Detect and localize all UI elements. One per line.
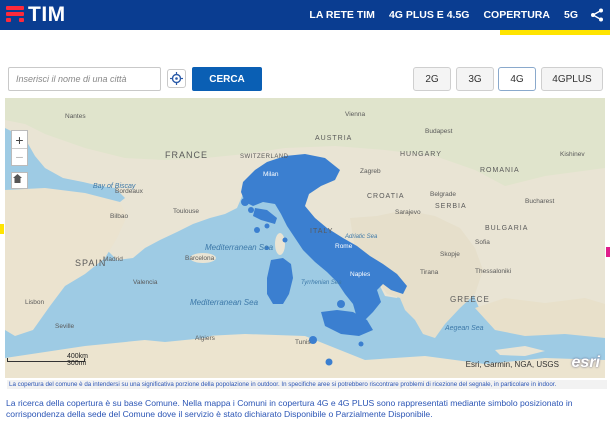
label-bulgaria: BULGARIA bbox=[485, 225, 528, 232]
label-adriatic: Adriatic Sea bbox=[344, 234, 378, 240]
zoom-in-button[interactable]: + bbox=[12, 131, 27, 148]
scale-labels: 400km 300mi bbox=[7, 353, 88, 367]
tim-logo-icon bbox=[6, 4, 24, 26]
side-accent-magenta bbox=[606, 247, 610, 257]
label-barcelona: Barcelona bbox=[185, 255, 215, 262]
label-valencia: Valencia bbox=[133, 279, 158, 286]
locate-button[interactable] bbox=[167, 69, 186, 88]
search-button[interactable]: CERCA bbox=[192, 67, 262, 91]
home-icon bbox=[13, 174, 22, 183]
scale-mi: 300mi bbox=[67, 360, 87, 367]
label-madrid: Madrid bbox=[103, 256, 123, 263]
label-hungary: HUNGARY bbox=[400, 151, 442, 158]
zoom-out-button[interactable]: − bbox=[12, 148, 27, 165]
map-attribution: Esri, Garmin, NGA, USGS bbox=[465, 360, 559, 369]
label-austria: AUSTRIA bbox=[315, 135, 352, 142]
label-skopje: Skopje bbox=[440, 251, 460, 258]
label-thessaloniki: Thessaloniki bbox=[475, 268, 511, 275]
nav-item-copertura[interactable]: COPERTURA bbox=[483, 9, 550, 21]
label-romania: ROMANIA bbox=[480, 167, 520, 174]
label-tunis: Tunis bbox=[295, 339, 311, 346]
tab-2g[interactable]: 2G bbox=[413, 67, 451, 91]
label-spain: SPAIN bbox=[75, 258, 106, 268]
nav-item-5g[interactable]: 5G bbox=[564, 9, 578, 21]
label-toulouse: Toulouse bbox=[173, 208, 199, 215]
label-milan: Milan bbox=[263, 171, 279, 178]
nav-item-4g-plus[interactable]: 4G PLUS E 4.5G bbox=[389, 9, 470, 21]
label-greece: GREECE bbox=[450, 295, 490, 304]
label-med-south: Mediterranean Sea bbox=[190, 298, 259, 307]
label-bilbao: Bilbao bbox=[110, 213, 128, 220]
side-accent-yellow bbox=[0, 224, 4, 234]
label-rome: Rome bbox=[335, 243, 353, 250]
label-serbia: SERBIA bbox=[435, 203, 467, 210]
label-switzerland: SWITZERLAND bbox=[240, 154, 289, 160]
coverage-description: La ricerca della copertura è su base Com… bbox=[6, 398, 573, 419]
city-search-input[interactable] bbox=[8, 67, 161, 91]
nav-item-la-rete-tim[interactable]: LA RETE TIM bbox=[309, 9, 375, 21]
label-italy: ITALY bbox=[310, 228, 333, 235]
label-seville: Seville bbox=[55, 323, 75, 330]
brand-name: TIM bbox=[28, 3, 66, 26]
label-lisbon: Lisbon bbox=[25, 299, 45, 306]
label-chisinau: Kishinev bbox=[560, 151, 585, 158]
map-disclaimer: La copertura del comune è da intendersi … bbox=[7, 380, 607, 389]
label-vienna: Vienna bbox=[345, 111, 366, 118]
tim-logo[interactable]: TIM bbox=[6, 3, 66, 27]
label-nantes: Nantes bbox=[65, 113, 86, 120]
basemap: FRANCE ITALY SPAIN GREECE HUNGARY ROMANI… bbox=[5, 98, 605, 378]
label-naples: Naples bbox=[350, 271, 371, 278]
tab-4gplus[interactable]: 4GPLUS bbox=[541, 67, 603, 91]
coverage-map[interactable]: FRANCE ITALY SPAIN GREECE HUNGARY ROMANI… bbox=[5, 98, 605, 378]
label-sofia: Sofia bbox=[475, 239, 490, 246]
esri-logo: esri bbox=[571, 354, 600, 371]
label-croatia: CROATIA bbox=[367, 193, 405, 200]
label-aegean: Aegean Sea bbox=[444, 325, 484, 332]
zoom-control: + − bbox=[11, 130, 28, 166]
tab-4g[interactable]: 4G bbox=[498, 67, 536, 91]
tab-3g[interactable]: 3G bbox=[456, 67, 494, 91]
label-sarajevo: Sarajevo bbox=[395, 209, 421, 216]
label-tirana: Tirana bbox=[420, 269, 439, 276]
crosshair-icon bbox=[170, 72, 183, 85]
label-bucharest: Bucharest bbox=[525, 198, 554, 205]
main-nav: LA RETE TIM 4G PLUS E 4.5G COPERTURA 5G bbox=[295, 0, 604, 30]
label-budapest: Budapest bbox=[425, 128, 453, 135]
share-icon[interactable] bbox=[590, 8, 604, 22]
home-button[interactable] bbox=[11, 172, 28, 189]
active-section-indicator bbox=[500, 30, 610, 35]
label-belgrade: Belgrade bbox=[430, 191, 456, 198]
scale-km: 400km bbox=[67, 353, 89, 360]
label-algiers: Algiers bbox=[195, 335, 216, 342]
label-france: FRANCE bbox=[165, 150, 208, 160]
label-med-west: Mediterranean Sea bbox=[205, 243, 274, 252]
top-navigation-bar: TIM LA RETE TIM 4G PLUS E 4.5G COPERTURA… bbox=[0, 0, 610, 30]
label-zagreb: Zagreb bbox=[360, 168, 381, 175]
label-bordeaux: Bordeaux bbox=[115, 188, 144, 195]
label-tyrrhenian: Tyrrhenian Sea bbox=[301, 280, 342, 286]
